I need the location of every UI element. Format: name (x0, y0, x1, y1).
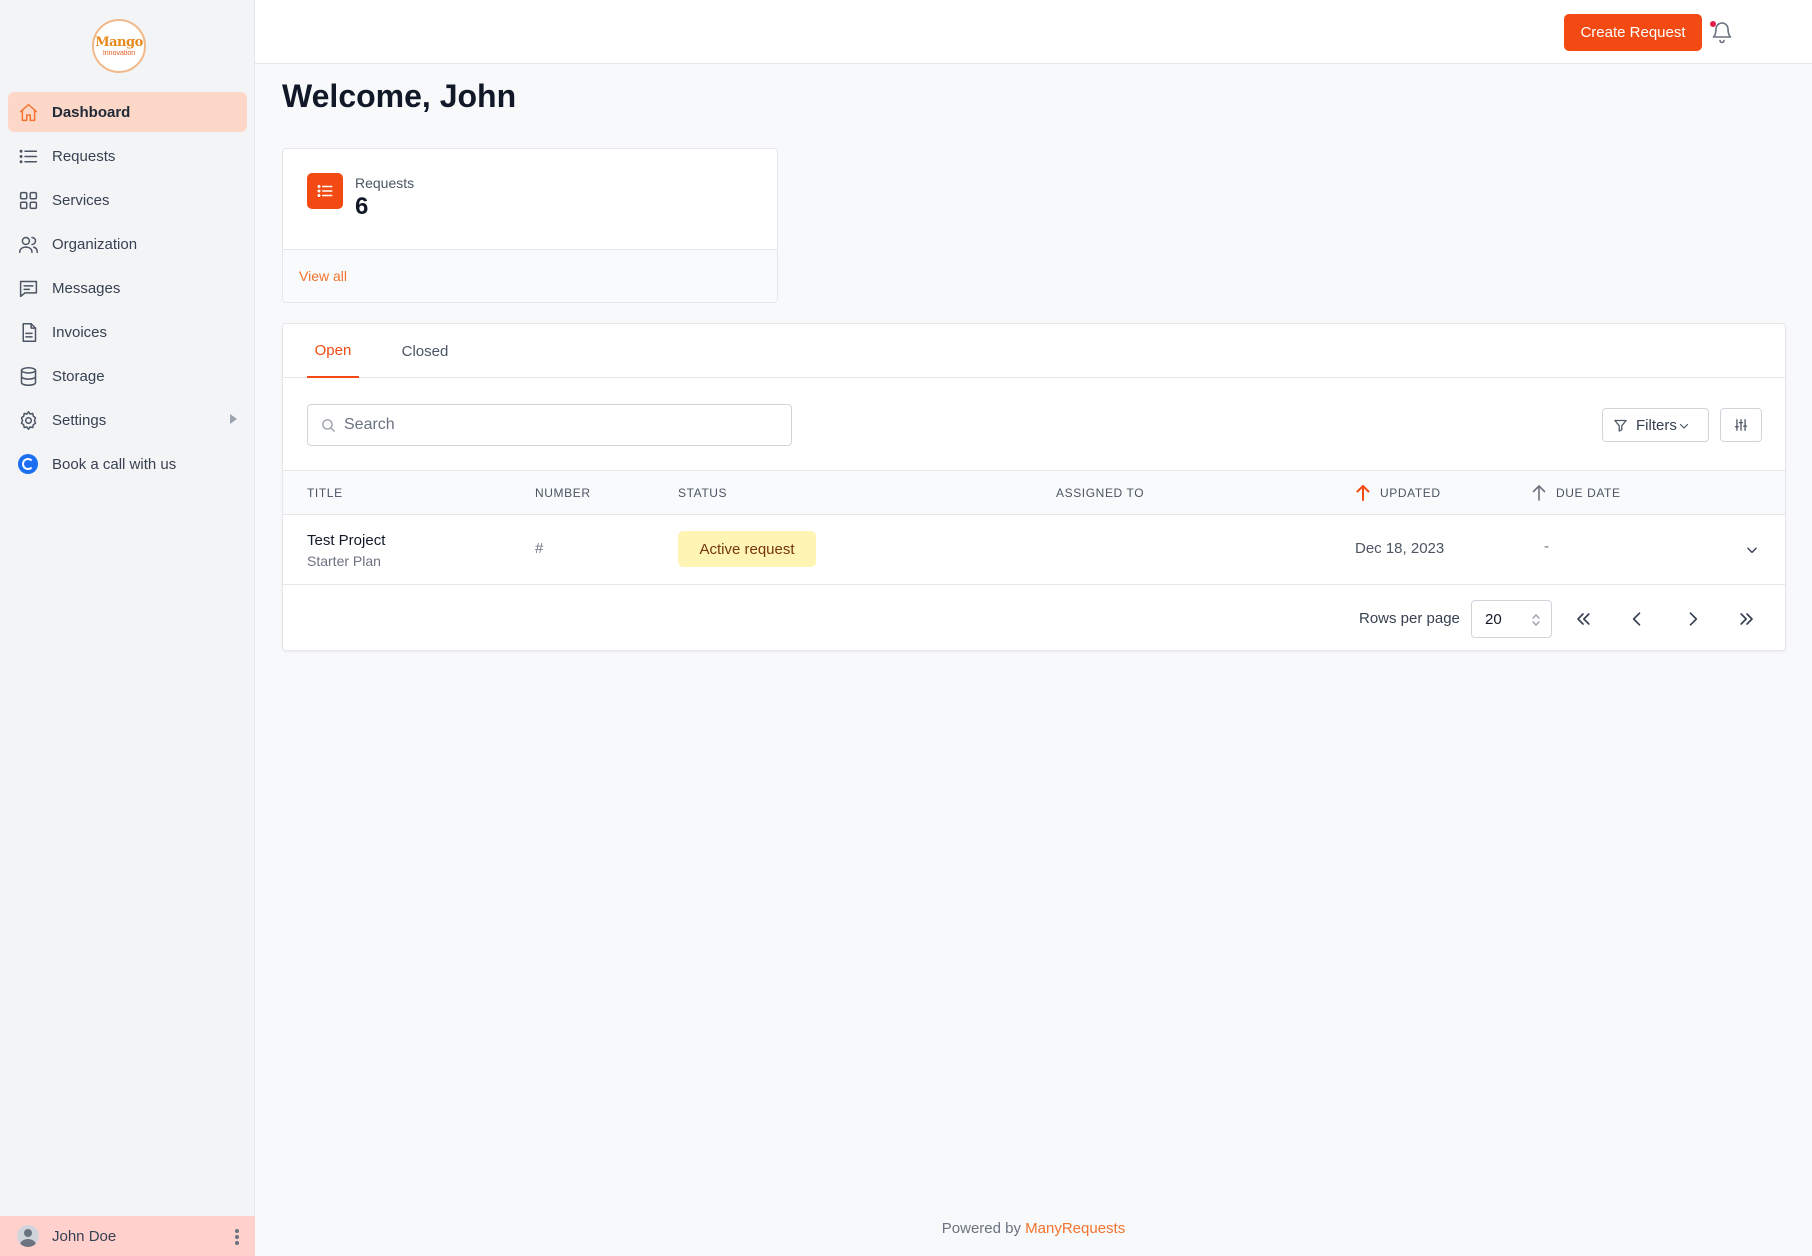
logo-text: Mango (95, 34, 143, 50)
list-icon (307, 173, 343, 209)
user-name: John Doe (52, 1227, 117, 1245)
column-number[interactable]: NUMBER (535, 471, 591, 515)
user-menu[interactable]: John Doe (0, 1216, 255, 1256)
logo-subtext: Innovation (102, 49, 136, 57)
list-icon (17, 145, 39, 167)
footer-brand-link[interactable]: ManyRequests (1025, 1220, 1125, 1237)
chevron-down-icon[interactable] (1745, 543, 1759, 557)
footer: Powered by ManyRequests (255, 1220, 1812, 1237)
first-page-button[interactable] (1570, 606, 1596, 632)
footer-prefix: Powered by (941, 1220, 1021, 1237)
last-page-button[interactable] (1734, 606, 1760, 632)
request-tabs: Open Closed (283, 324, 1785, 378)
sidebar-item-invoices[interactable]: Invoices (8, 312, 247, 352)
home-icon (17, 101, 39, 123)
create-request-button[interactable]: Create Request (1564, 14, 1702, 51)
sidebar-item-requests[interactable]: Requests (8, 136, 247, 176)
gear-icon (17, 409, 39, 431)
sidebar-item-settings[interactable]: Settings (8, 400, 247, 440)
view-all-link[interactable]: View all (299, 268, 347, 284)
column-due-date[interactable]: DUE DATE (1531, 471, 1621, 515)
column-status[interactable]: STATUS (678, 471, 727, 515)
sidebar-nav: Dashboard Requests Services Organization… (8, 92, 247, 488)
sidebar-item-book-call[interactable]: Book a call with us (8, 444, 247, 484)
search-box[interactable] (307, 404, 792, 446)
chevrons-right-icon (1740, 613, 1753, 625)
avatar (17, 1225, 39, 1247)
sidebar-item-label: Organization (52, 235, 138, 253)
status-badge: Active request (678, 531, 816, 567)
top-bar: Create Request (255, 0, 1812, 64)
grid-icon (17, 189, 39, 211)
brand-logo[interactable]: Mango Innovation (92, 19, 146, 73)
prev-page-button[interactable] (1624, 606, 1650, 632)
filter-icon (1614, 419, 1627, 432)
sidebar-item-label: Dashboard (52, 103, 131, 121)
column-settings-button[interactable] (1720, 408, 1762, 442)
chevrons-left-icon (1577, 613, 1590, 625)
filters-label: Filters (1636, 416, 1677, 434)
row-due-date: - (1544, 538, 1549, 555)
next-page-button[interactable] (1680, 606, 1706, 632)
rows-per-page-select[interactable]: 20 (1471, 600, 1552, 638)
column-label: DUE DATE (1556, 486, 1621, 500)
sidebar-item-services[interactable]: Services (8, 180, 247, 220)
sort-arrow-up-icon (1356, 485, 1370, 501)
table-row[interactable]: Test Project Starter Plan # Active reque… (283, 515, 1785, 585)
sidebar-item-organization[interactable]: Organization (8, 224, 247, 264)
stat-card-footer: View all (283, 249, 777, 302)
sidebar-item-storage[interactable]: Storage (8, 356, 247, 396)
sidebar-item-messages[interactable]: Messages (8, 268, 247, 308)
rows-per-page-label: Rows per page (1359, 610, 1460, 627)
row-title[interactable]: Test Project (307, 532, 385, 549)
column-assigned-to[interactable]: ASSIGNED TO (1056, 471, 1144, 515)
sidebar-item-label: Services (52, 191, 110, 209)
chevron-left-icon (1632, 612, 1641, 626)
sidebar: Mango Innovation Dashboard Requests Serv… (0, 0, 255, 1256)
search-input[interactable] (344, 416, 791, 434)
filters-button[interactable]: Filters (1602, 408, 1709, 442)
column-updated[interactable]: UPDATED (1355, 471, 1441, 515)
sliders-icon (1734, 419, 1748, 431)
stat-value: 6 (355, 193, 369, 220)
sidebar-item-dashboard[interactable]: Dashboard (8, 92, 247, 132)
row-subtitle: Starter Plan (307, 553, 381, 569)
pagination: Rows per page 20 (283, 586, 1785, 652)
sidebar-item-label: Messages (52, 279, 121, 297)
chevron-down-icon (1679, 423, 1689, 429)
select-arrows-icon (1532, 614, 1540, 626)
page-title: Welcome, John (282, 78, 517, 114)
notification-dot (1710, 21, 1716, 27)
sidebar-item-label: Requests (52, 147, 116, 165)
stat-label: Requests (355, 175, 415, 191)
table-header: TITLE NUMBER STATUS ASSIGNED TO UPDATED … (283, 470, 1785, 515)
requests-panel: Open Closed Filters TITLE NUMBER STATUS … (282, 323, 1786, 651)
row-number: # (535, 540, 544, 557)
database-icon (17, 365, 39, 387)
tab-open[interactable]: Open (307, 324, 359, 378)
requests-stat-card: Requests 6 View all (282, 148, 778, 303)
tab-closed[interactable]: Closed (395, 324, 455, 378)
sidebar-item-label: Settings (52, 411, 107, 429)
submenu-caret-icon (230, 414, 237, 424)
column-title[interactable]: TITLE (307, 471, 343, 515)
sidebar-item-label: Book a call with us (52, 455, 177, 473)
chat-icon (17, 277, 39, 299)
sort-arrow-up-icon (1532, 485, 1546, 501)
document-icon (17, 321, 39, 343)
chevron-right-icon (1689, 612, 1698, 626)
column-label: UPDATED (1380, 486, 1441, 500)
rows-per-page-value: 20 (1485, 610, 1502, 628)
row-updated: Dec 18, 2023 (1355, 540, 1445, 557)
search-icon (322, 419, 335, 432)
users-icon (17, 233, 39, 255)
sidebar-item-label: Storage (52, 367, 105, 385)
calendly-icon (17, 453, 39, 475)
sidebar-item-label: Invoices (52, 323, 108, 341)
kebab-menu-icon[interactable] (235, 1229, 239, 1245)
